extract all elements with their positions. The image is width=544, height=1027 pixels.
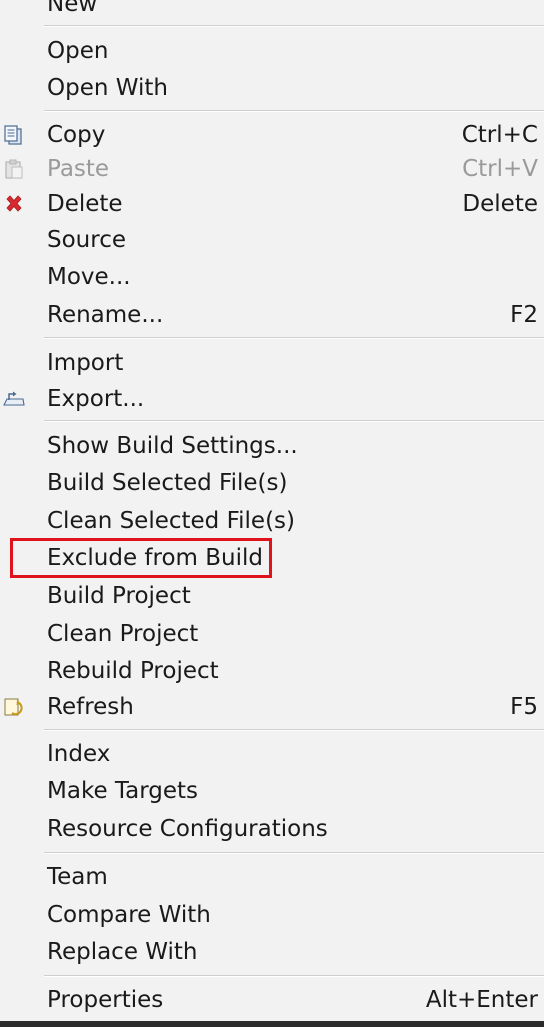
- menu-item-build-project[interactable]: Build Project: [0, 578, 544, 614]
- menu-item-label: Properties: [47, 987, 164, 1013]
- menu-item-label: Build Selected File(s): [47, 470, 288, 496]
- refresh-icon: [3, 696, 25, 718]
- menu-item-rename[interactable]: Rename... F2: [0, 297, 544, 333]
- menu-item-label: Resource Configurations: [47, 816, 328, 842]
- menu-item-team[interactable]: Team: [0, 859, 544, 895]
- menu-item-label: Index: [47, 741, 111, 767]
- menu-item-label: Open With: [47, 75, 168, 101]
- delete-icon: [3, 193, 25, 215]
- menu-item-label: Clean Project: [47, 621, 199, 647]
- taskbar-edge: [0, 1021, 544, 1027]
- menu-item-label: Refresh: [47, 694, 134, 720]
- menu-item-replace-with[interactable]: Replace With: [0, 934, 544, 970]
- menu-item-export[interactable]: Export...: [0, 381, 544, 417]
- copy-icon: [3, 124, 25, 146]
- menu-separator: [44, 852, 544, 854]
- menu-item-move[interactable]: Move...: [0, 259, 544, 295]
- menu-item-show-build-settings[interactable]: Show Build Settings...: [0, 428, 544, 464]
- menu-separator: [44, 110, 544, 112]
- menu-item-label: Delete: [47, 191, 123, 217]
- menu-item-label: New: [47, 0, 98, 17]
- menu-item-index[interactable]: Index: [0, 736, 544, 772]
- menu-item-label: Team: [47, 864, 108, 890]
- menu-item-shortcut: Alt+Enter: [425, 987, 538, 1013]
- menu-item-label: Make Targets: [47, 778, 199, 804]
- context-menu: New Open Open With Copy Ctrl+C Paste Ctr…: [0, 0, 544, 1021]
- paste-icon: [3, 158, 25, 180]
- menu-separator: [44, 337, 544, 339]
- menu-item-import[interactable]: Import: [0, 345, 544, 381]
- menu-item-copy[interactable]: Copy Ctrl+C: [0, 117, 544, 153]
- menu-item-label: Source: [47, 227, 126, 253]
- menu-item-compare-with[interactable]: Compare With: [0, 897, 544, 933]
- menu-separator: [44, 975, 544, 977]
- menu-item-label: Show Build Settings...: [47, 433, 298, 459]
- menu-item-open[interactable]: Open: [0, 33, 544, 69]
- menu-item-paste[interactable]: Paste Ctrl+V: [0, 151, 544, 187]
- menu-item-resource-configurations[interactable]: Resource Configurations: [0, 811, 544, 847]
- menu-item-label: Compare With: [47, 902, 211, 928]
- menu-item-properties[interactable]: Properties Alt+Enter: [0, 982, 544, 1018]
- menu-item-clean-selected-files[interactable]: Clean Selected File(s): [0, 503, 544, 539]
- menu-item-label: Build Project: [47, 583, 191, 609]
- menu-item-label: Rename...: [47, 302, 164, 328]
- menu-item-make-targets[interactable]: Make Targets: [0, 773, 544, 809]
- menu-item-rebuild-project[interactable]: Rebuild Project: [0, 653, 544, 689]
- menu-item-label: Paste: [47, 156, 110, 182]
- menu-item-shortcut: Delete: [462, 191, 538, 217]
- menu-item-refresh[interactable]: Refresh F5: [0, 689, 544, 725]
- menu-item-label: Import: [47, 350, 124, 376]
- menu-item-label: Copy: [47, 122, 106, 148]
- menu-item-delete[interactable]: Delete Delete: [0, 186, 544, 222]
- menu-item-label: Move...: [47, 264, 131, 290]
- highlight-annotation-box: [10, 538, 272, 578]
- menu-item-clean-project[interactable]: Clean Project: [0, 616, 544, 652]
- menu-separator: [44, 729, 544, 731]
- menu-separator: [44, 25, 544, 27]
- menu-item-label: Rebuild Project: [47, 658, 219, 684]
- menu-item-label: Replace With: [47, 939, 198, 965]
- menu-item-shortcut: F5: [510, 694, 538, 720]
- menu-item-build-selected-files[interactable]: Build Selected File(s): [0, 465, 544, 501]
- menu-item-label: Clean Selected File(s): [47, 508, 296, 534]
- menu-item-open-with[interactable]: Open With: [0, 70, 544, 106]
- menu-separator: [44, 420, 544, 422]
- export-icon: [3, 388, 25, 410]
- menu-item-shortcut: Ctrl+C: [461, 122, 538, 148]
- menu-item-new[interactable]: New: [0, 0, 544, 22]
- menu-item-label: Export...: [47, 386, 145, 412]
- menu-item-label: Open: [47, 38, 109, 64]
- menu-item-shortcut: F2: [510, 302, 538, 328]
- menu-item-shortcut: Ctrl+V: [462, 156, 538, 182]
- menu-item-source[interactable]: Source: [0, 222, 544, 258]
